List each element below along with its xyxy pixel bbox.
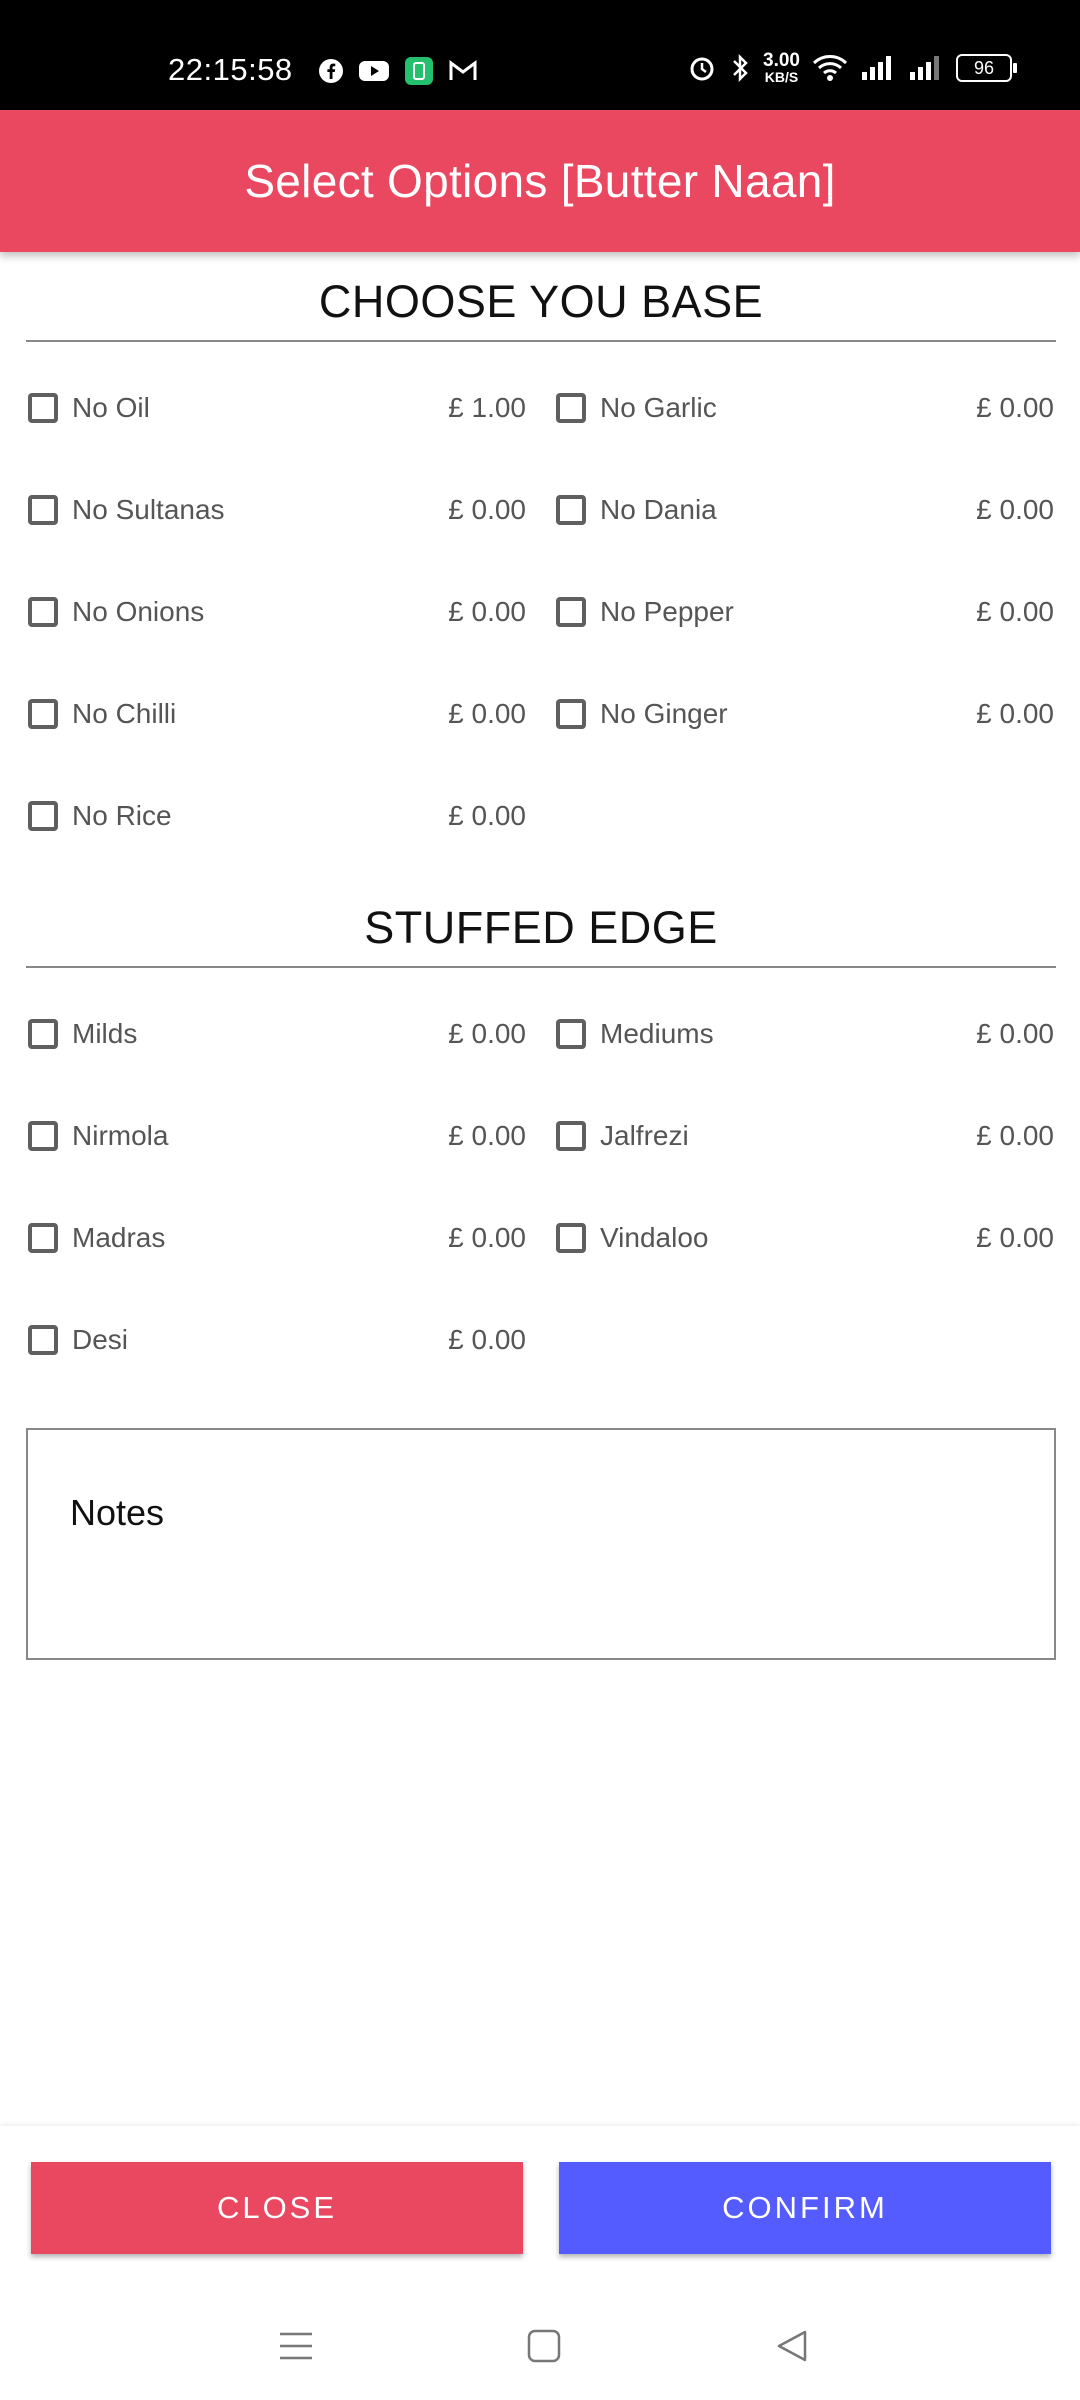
signal-icon [910,56,939,80]
option-label: Jalfrezi [600,1120,689,1151]
youtube-icon [359,61,389,81]
section-divider [26,340,1056,342]
option-label: Mediums [600,1018,714,1049]
option-mediums[interactable]: Mediums £ 0.00 [556,1004,1054,1064]
option-madras[interactable]: Madras £ 0.00 [28,1208,526,1268]
checkbox[interactable] [28,1121,58,1151]
checkbox[interactable] [556,1223,586,1253]
wifi-icon [812,55,848,81]
option-price: £ 0.00 [448,800,526,831]
option-price: £ 0.00 [976,1018,1054,1049]
option-desi[interactable]: Desi £ 0.00 [28,1310,526,1370]
gmail-icon [449,60,477,80]
section-title-base: CHOOSE YOU BASE [318,276,764,327]
section-divider [26,966,1056,968]
checkbox[interactable] [556,495,586,525]
option-price: £ 0.00 [976,392,1054,423]
option-no-onions[interactable]: No Onions £ 0.00 [28,582,526,642]
option-no-oil[interactable]: No Oil £ 1.00 [28,378,526,438]
network-speed: 3.00 KB/S [763,50,800,85]
system-icons: 3.00 KB/S 96 [687,50,1017,85]
home-icon[interactable] [514,2316,574,2376]
checkbox[interactable] [28,597,58,627]
checkbox[interactable] [28,1019,58,1049]
signal-icon [862,56,891,80]
option-price: £ 0.00 [976,698,1054,729]
checkbox[interactable] [28,495,58,525]
section-title-edge: STUFFED EDGE [364,902,718,953]
option-price: £ 0.00 [976,494,1054,525]
bluetooth-icon [733,53,748,83]
option-no-rice[interactable]: No Rice £ 0.00 [28,786,526,846]
checkbox[interactable] [28,393,58,423]
option-price: £ 0.00 [448,494,526,525]
checkbox[interactable] [28,699,58,729]
option-label: No Rice [72,800,172,831]
checkbox[interactable] [556,1019,586,1049]
option-label: Nirmola [72,1120,169,1151]
option-price: £ 0.00 [976,596,1054,627]
checkbox[interactable] [28,1223,58,1253]
action-bar: CLOSE CONFIRM [0,2126,1080,2286]
option-jalfrezi[interactable]: Jalfrezi £ 0.00 [556,1106,1054,1166]
option-price: £ 0.00 [448,1324,526,1355]
option-no-pepper[interactable]: No Pepper £ 0.00 [556,582,1054,642]
option-label: No Ginger [600,698,728,729]
battery-indicator: 96 [956,54,1017,82]
option-label: No Garlic [600,392,717,423]
option-vindaloo[interactable]: Vindaloo £ 0.00 [556,1208,1054,1268]
option-price: £ 0.00 [448,1222,526,1253]
option-label: No Onions [72,596,205,627]
option-label: No Sultanas [72,494,225,525]
option-label: Milds [72,1018,138,1049]
close-button[interactable]: CLOSE [31,2162,523,2254]
checkbox[interactable] [556,597,586,627]
option-label: Madras [72,1222,166,1253]
facebook-icon [319,59,343,83]
option-price: £ 0.00 [976,1222,1054,1253]
network-speed-unit: KB/S [764,69,799,85]
option-milds[interactable]: Milds £ 0.00 [28,1004,526,1064]
option-nirmola[interactable]: Nirmola £ 0.00 [28,1106,526,1166]
option-no-dania[interactable]: No Dania £ 0.00 [556,480,1054,540]
checkbox[interactable] [556,699,586,729]
option-label: Desi [72,1324,129,1355]
dialog-header: Select Options [Butter Naan] [0,110,1080,252]
notes-label: Notes [70,1492,165,1533]
checkbox[interactable] [28,801,58,831]
confirm-button[interactable]: CONFIRM [559,2162,1051,2254]
dialog-title: Select Options [Butter Naan] [244,155,836,207]
checkbox[interactable] [556,1121,586,1151]
option-label: No Pepper [600,596,734,627]
notification-icons [318,56,478,86]
menu-icon[interactable] [266,2316,326,2376]
option-price: £ 0.00 [448,1018,526,1049]
status-bar: 22:15:58 3.00 KB/S 96 [0,0,1080,110]
option-no-ginger[interactable]: No Ginger £ 0.00 [556,684,1054,744]
option-price: £ 0.00 [448,698,526,729]
app-icon [405,57,433,85]
option-no-garlic[interactable]: No Garlic £ 0.00 [556,378,1054,438]
notes-field[interactable]: Notes [26,1428,1056,1660]
option-price: £ 0.00 [976,1120,1054,1151]
back-icon[interactable] [762,2316,822,2376]
network-speed-value: 3.00 [763,50,800,71]
alarm-icon [690,57,714,81]
option-no-sultanas[interactable]: No Sultanas £ 0.00 [28,480,526,540]
navigation-bar [0,2286,1080,2400]
checkbox[interactable] [28,1325,58,1355]
option-label: Vindaloo [600,1222,709,1253]
status-time: 22:15:58 [168,52,293,87]
option-price: £ 0.00 [448,596,526,627]
option-label: No Oil [72,392,150,423]
option-price: £ 1.00 [448,392,526,423]
checkbox[interactable] [556,393,586,423]
option-no-chilli[interactable]: No Chilli £ 0.00 [28,684,526,744]
option-label: No Dania [600,494,717,525]
option-price: £ 0.00 [448,1120,526,1151]
option-label: No Chilli [72,698,177,729]
